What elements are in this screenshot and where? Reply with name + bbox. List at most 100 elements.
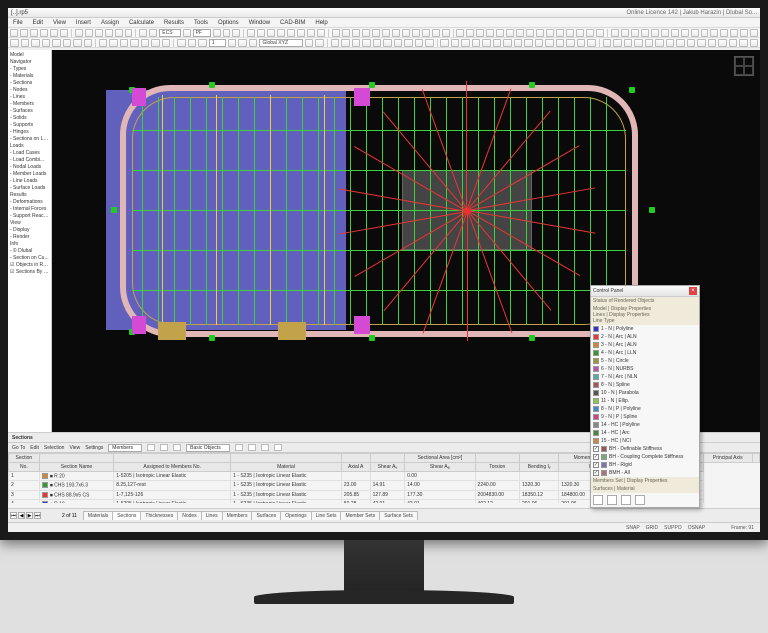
toolbar-icon[interactable] [394,39,403,47]
toolbar-icon[interactable] [566,29,574,37]
toolbar-icon[interactable] [750,29,758,37]
toolbar-icon[interactable] [482,39,491,47]
toolbar-icon[interactable] [545,39,554,47]
toolbar-icon[interactable] [740,29,748,37]
tab-line sets[interactable]: Line Sets [311,511,342,520]
toolbar-icon[interactable] [493,39,502,47]
toolbar-icon[interactable] [596,29,604,37]
toolbar-icon[interactable] [315,39,324,47]
legend-item[interactable]: 15 - HC | NCI [591,437,699,445]
toolbar-icon[interactable] [587,39,596,47]
tree-item[interactable]: - Display [10,227,49,234]
toolbar-icon[interactable] [651,29,659,37]
toolbar-icon[interactable] [149,29,157,37]
toolbar-icon[interactable] [352,39,361,47]
toolbar-icon[interactable] [10,39,19,47]
toolbar-icon[interactable] [362,29,370,37]
tree-item[interactable]: ☑ Sections By Mous [10,269,49,276]
menu-calculate[interactable]: Calculate [127,20,156,26]
tab-openings[interactable]: Openings [280,511,311,520]
pane-icon[interactable] [248,444,256,451]
toolbar-icon[interactable] [613,39,622,47]
legend-item[interactable]: 14 - HC | Arc [591,429,699,437]
legend-item[interactable]: 1 - N | Polyline [591,325,699,333]
toolbar-icon[interactable] [84,39,93,47]
toolbar-icon[interactable] [223,29,231,37]
toolbar-icon[interactable] [708,39,717,47]
status-toggle[interactable]: GRID [646,525,659,531]
toolbar-icon[interactable] [655,39,664,47]
tree-item[interactable]: - Section on Cu... [10,255,49,262]
toolbar-icon[interactable] [141,39,150,47]
menu-assign[interactable]: Assign [99,20,121,26]
pane-icon[interactable] [261,444,269,451]
tree-item[interactable]: - Supports [10,122,49,129]
tree-item[interactable]: - Load Combi... [10,157,49,164]
tab-surfaces[interactable]: Surfaces [251,511,281,520]
toolbar-icon[interactable] [432,29,440,37]
legend-item[interactable]: 5 - N | Circle [591,357,699,365]
toolbar-icon[interactable] [31,39,40,47]
tab-surface sets[interactable]: Surface Sets [379,511,418,520]
tree-item[interactable]: - Internal Forces [10,206,49,213]
toolbar-icon[interactable] [50,29,58,37]
toolbar-icon[interactable] [524,39,533,47]
toolbar-dropdown[interactable]: PF [193,29,211,37]
toolbar-icon[interactable] [603,39,612,47]
toolbar-icon[interactable] [687,39,696,47]
tree-item[interactable]: Model [10,52,49,59]
toolbar-icon[interactable] [476,29,484,37]
legend-item[interactable]: 11 - N | Ellip. [591,397,699,405]
menu-options[interactable]: Options [216,20,241,26]
toolbar-icon[interactable] [556,29,564,37]
toolbar-icon[interactable] [472,39,481,47]
toolbar-icon[interactable] [611,29,619,37]
pane-link[interactable]: Settings [85,445,103,451]
legend-item[interactable]: 8 - N | Spline [591,381,699,389]
toolbar-icon[interactable] [546,29,554,37]
toolbar-icon[interactable] [402,29,410,37]
toolbar-icon[interactable] [10,29,18,37]
toolbar-icon[interactable] [297,29,305,37]
tree-item[interactable]: Loads [10,143,49,150]
tree-item[interactable]: - © Dlubal [10,248,49,255]
toolbar-icon[interactable] [425,39,434,47]
toolbar-icon[interactable] [267,29,275,37]
panel-icon[interactable] [621,495,631,505]
toolbar-icon[interactable] [257,29,265,37]
toolbar-icon[interactable] [645,39,654,47]
toolbar-icon[interactable] [577,39,586,47]
navigator-tree[interactable]: ModelNavigator- Types- Materials- Sectio… [8,50,52,432]
toolbar-icon[interactable] [516,29,524,37]
toolbar-icon[interactable] [506,29,514,37]
toolbar-icon[interactable] [60,29,68,37]
toolbar-icon[interactable] [95,29,103,37]
toolbar-icon[interactable] [352,29,360,37]
menu-window[interactable]: Window [247,20,272,26]
tab-nav[interactable]: ⏮◀▶⏭ [10,512,41,519]
toolbar-icon[interactable] [503,39,512,47]
tree-item[interactable]: - Hinges [10,129,49,136]
tab-members[interactable]: Members [222,511,253,520]
toolbar-icon[interactable] [73,39,82,47]
menu-help[interactable]: Help [313,20,329,26]
legend-item[interactable]: 10 - N | Parabola [591,389,699,397]
tree-item[interactable]: Results [10,192,49,199]
toolbar-icon[interactable] [317,29,325,37]
toolbar-icon[interactable] [422,29,430,37]
toolbar-icon[interactable] [130,39,139,47]
toolbar-icon[interactable] [535,39,544,47]
toolbar-icon[interactable] [99,39,108,47]
toolbar-icon[interactable] [641,29,649,37]
toolbar-icon[interactable] [63,39,72,47]
tree-item[interactable]: View [10,220,49,227]
toolbar-icon[interactable] [362,39,371,47]
toolbar-icon[interactable] [139,29,147,37]
toolbar-icon[interactable] [514,39,523,47]
toolbar-icon[interactable] [382,29,390,37]
category-dropdown[interactable]: Basic Objects [186,444,230,452]
toolbar-icon[interactable] [40,29,48,37]
toolbar-icon[interactable] [392,29,400,37]
tree-item[interactable]: Info [10,241,49,248]
tree-item[interactable]: - Nodal Loads [10,164,49,171]
